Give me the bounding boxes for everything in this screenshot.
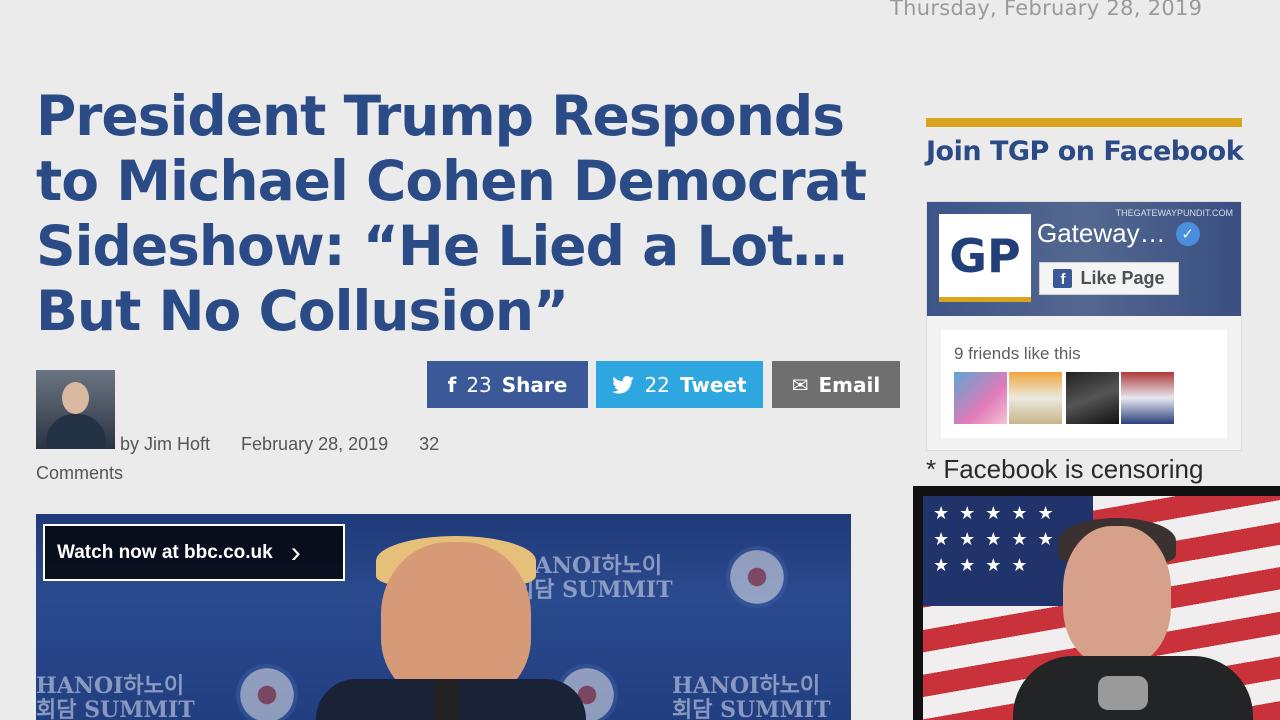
- byline: by Jim Hoft February 28, 2019 32 Comment…: [36, 430, 476, 488]
- sidebar-divider: [926, 118, 1242, 127]
- microphone-shape: [434, 680, 460, 720]
- friend-avatar[interactable]: [1066, 372, 1119, 424]
- comments-link[interactable]: Comments: [36, 463, 123, 483]
- friends-like-text: 9 friends like this: [954, 344, 1081, 363]
- video-watermark: HANOI하노이 회담 SUMMIT: [672, 673, 831, 720]
- watch-now-label: Watch now at bbc.co.uk: [57, 541, 273, 563]
- chevron-right-icon: ›: [290, 535, 301, 569]
- speaker-face-shape: [381, 542, 531, 702]
- article-headline: President Trump Responds to Michael Cohe…: [36, 84, 867, 343]
- twitter-share-label: Tweet: [679, 372, 747, 397]
- facebook-cover-image[interactable]: THEGATEWAYPUNDIT.COM GP Gateway… ✓ f Lik…: [927, 202, 1241, 316]
- video-watermark: HANOI하노이 회담 SUMMIT: [514, 553, 673, 603]
- verified-badge-icon: ✓: [1175, 221, 1200, 246]
- sidebar-title: Join TGP on Facebook: [926, 136, 1244, 167]
- twitter-icon: [612, 375, 635, 394]
- page-date: Thursday, February 28, 2019: [890, 0, 1203, 20]
- friend-avatar[interactable]: [1121, 372, 1174, 424]
- comment-count[interactable]: 32: [419, 434, 439, 454]
- avatar-head-shape: [62, 382, 89, 414]
- webcam-overlay: ★★★★★★★★★★★★★★: [913, 486, 1280, 720]
- host-face-shape: [1063, 526, 1171, 666]
- facebook-page-name[interactable]: Gateway… ✓: [1037, 218, 1200, 249]
- facebook-icon: f: [447, 372, 457, 397]
- facebook-page-name-text: Gateway…: [1037, 218, 1166, 248]
- summit-emblem: [726, 546, 788, 608]
- watch-now-button[interactable]: Watch now at bbc.co.uk ›: [43, 524, 345, 581]
- like-page-button[interactable]: f Like Page: [1039, 262, 1179, 295]
- post-date: February 28, 2019: [241, 434, 389, 454]
- author-link[interactable]: by Jim Hoft: [120, 434, 210, 454]
- like-page-label: Like Page: [1080, 268, 1165, 288]
- facebook-share-label: Share: [501, 372, 568, 397]
- twitter-share-count: 22: [644, 372, 670, 397]
- facebook-share-count: 23: [466, 372, 492, 397]
- friend-avatar[interactable]: [954, 372, 1007, 424]
- censor-note: * Facebook is censoring: [926, 454, 1204, 484]
- summit-emblem: [236, 664, 298, 720]
- email-share-label: Email: [818, 372, 881, 397]
- envelope-icon: ✉: [791, 372, 809, 397]
- friends-like-box: 9 friends like this: [941, 330, 1227, 438]
- friend-avatar[interactable]: [1009, 372, 1062, 424]
- facebook-page-widget: THEGATEWAYPUNDIT.COM GP Gateway… ✓ f Lik…: [926, 201, 1242, 451]
- cover-tag: THEGATEWAYPUNDIT.COM: [1115, 208, 1233, 218]
- microphone-shape: [1098, 676, 1148, 710]
- gp-logo[interactable]: GP: [939, 214, 1031, 302]
- facebook-share-button[interactable]: f 23 Share: [427, 361, 588, 408]
- twitter-tweet-button[interactable]: 22 Tweet: [596, 361, 763, 408]
- video-watermark: HANOI하노이 회담 SUMMIT: [36, 673, 195, 720]
- email-share-button[interactable]: ✉ Email: [772, 361, 900, 408]
- gp-logo-text: GP: [949, 228, 1021, 283]
- facebook-icon: f: [1053, 269, 1073, 288]
